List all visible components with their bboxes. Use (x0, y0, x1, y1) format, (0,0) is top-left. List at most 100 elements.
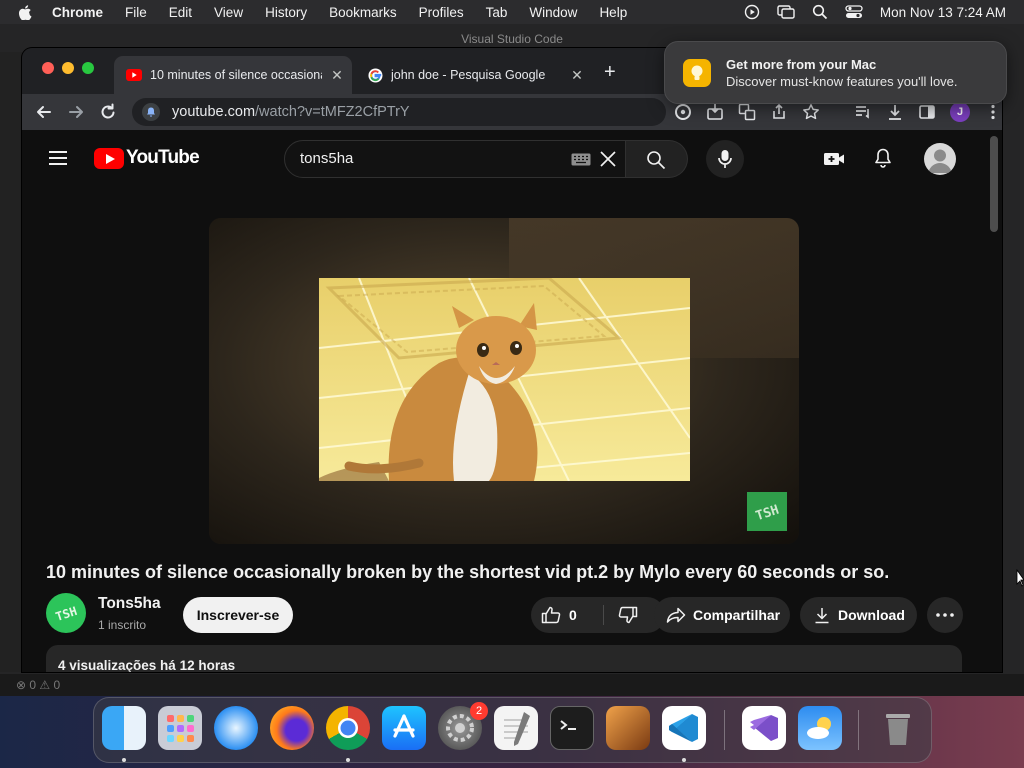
google-favicon-icon (368, 67, 383, 83)
like-button[interactable]: 0 (531, 597, 603, 633)
menu-profiles[interactable]: Profiles (419, 5, 464, 20)
close-window-button[interactable] (42, 62, 54, 74)
mouse-cursor-icon (1016, 569, 1024, 587)
url-path: /watch?v=tMFZ2CfPTrY (255, 104, 410, 120)
account-avatar[interactable] (924, 143, 956, 175)
share-page-icon[interactable] (770, 103, 788, 121)
menu-help[interactable]: Help (599, 5, 627, 20)
share-arrow-icon (666, 607, 686, 623)
subscribe-button[interactable]: Inscrever-se (183, 597, 293, 633)
side-panel-icon[interactable] (918, 103, 936, 121)
search-button[interactable] (626, 140, 688, 178)
reload-icon[interactable] (98, 102, 118, 122)
youtube-logo[interactable]: YouTube (94, 147, 200, 169)
clear-search-icon[interactable] (599, 150, 617, 168)
zoom-window-button[interactable] (82, 62, 94, 74)
vscode-problems-count[interactable]: ⊗ 0 ⚠ 0 (16, 678, 60, 692)
search-input[interactable]: tons5ha (284, 140, 626, 178)
description-box[interactable]: 4 visualizações há 12 horas (46, 645, 962, 672)
menu-file[interactable]: File (125, 5, 147, 20)
tips-lightbulb-icon (683, 59, 711, 87)
finder-app-icon[interactable] (102, 706, 146, 750)
video-frame (319, 278, 690, 481)
mac-notification[interactable]: Get more from your Mac Discover must-kno… (664, 41, 1007, 104)
video-player[interactable]: TSH (209, 218, 799, 544)
safari-app-icon[interactable] (214, 706, 258, 750)
video-title: 10 minutes of silence occasionally broke… (46, 562, 890, 582)
keyboard-icon[interactable] (571, 153, 591, 166)
screen-recording-icon[interactable] (744, 4, 760, 20)
vscode-app-icon[interactable] (662, 706, 706, 750)
like-dislike-group: 0 (531, 597, 665, 633)
channel-name[interactable]: Tons5ha (98, 595, 161, 613)
menu-view[interactable]: View (214, 5, 243, 20)
search-query: tons5ha (300, 150, 354, 167)
tab-title: 10 minutes of silence occasionally broke… (150, 68, 322, 82)
youtube-favicon-icon (126, 69, 142, 81)
install-app-icon[interactable] (706, 103, 724, 121)
more-actions-button[interactable] (927, 597, 963, 633)
chrome-app-icon[interactable] (326, 706, 370, 750)
menu-window[interactable]: Window (529, 5, 577, 20)
search-icon (647, 151, 666, 170)
menu-history[interactable]: History (265, 5, 307, 20)
garageband-app-icon[interactable] (606, 706, 650, 750)
tab-close-button[interactable]: ✕ (322, 67, 352, 84)
profile-avatar[interactable]: J (950, 102, 970, 122)
notification-badge: 2 (470, 702, 488, 720)
notifications-bell-icon[interactable] (871, 146, 895, 170)
google-lens-icon[interactable] (674, 103, 692, 121)
youtube-page: YouTube tons5ha TSH 10 minutes of silenc… (22, 130, 1002, 672)
firefox-app-icon[interactable] (270, 706, 314, 750)
weather-app-icon[interactable] (798, 706, 842, 750)
running-indicator (682, 758, 686, 762)
voice-search-button[interactable] (706, 140, 744, 178)
page-scrollbar[interactable] (986, 130, 1002, 672)
back-arrow-icon[interactable] (34, 102, 54, 122)
chrome-menu-icon[interactable] (984, 103, 1002, 121)
mac-menu-bar: Chrome File Edit View History Bookmarks … (0, 0, 1024, 24)
terminal-app-icon[interactable] (550, 706, 594, 750)
menu-edit[interactable]: Edit (169, 5, 192, 20)
minimize-window-button[interactable] (62, 62, 74, 74)
notification-body: Discover must-know features you'll love. (726, 74, 958, 89)
site-info-icon[interactable] (142, 103, 160, 121)
channel-watermark[interactable]: TSH (747, 492, 787, 531)
svg-text:TSH: TSH (54, 604, 79, 624)
tab-google-search[interactable]: john doe - Pesquisa Google ✕ (356, 56, 592, 94)
share-button[interactable]: Compartilhar (654, 597, 790, 633)
create-video-icon[interactable] (822, 147, 846, 171)
menu-tab[interactable]: Tab (486, 5, 508, 20)
control-center-icon[interactable] (845, 4, 863, 20)
visual-studio-app-icon[interactable] (742, 706, 786, 750)
tab-youtube[interactable]: 10 minutes of silence occasionally broke… (114, 56, 352, 94)
app-store-app-icon[interactable] (382, 706, 426, 750)
apple-menu-icon[interactable] (18, 4, 32, 20)
scrollbar-thumb[interactable] (990, 136, 998, 232)
launchpad-app-icon[interactable] (158, 706, 202, 750)
address-bar[interactable]: youtube.com/watch?v=tMFZ2CfPTrY (132, 98, 666, 126)
menu-bar-clock[interactable]: Mon Nov 13 7:24 AM (880, 5, 1006, 20)
subscriber-count: 1 inscrito (98, 618, 147, 632)
forward-arrow-icon[interactable] (66, 102, 86, 122)
views-and-date: 4 visualizações há 12 horas (58, 658, 236, 672)
translate-icon[interactable] (738, 103, 756, 121)
reading-list-icon[interactable] (854, 103, 872, 121)
screen-mirroring-icon[interactable] (777, 4, 795, 20)
download-button[interactable]: Download (800, 597, 917, 633)
trash-app-icon[interactable] (876, 706, 920, 750)
vscode-activity-bar (0, 52, 22, 672)
chrome-window: 10 minutes of silence occasionally broke… (22, 48, 1002, 672)
textedit-app-icon[interactable] (494, 706, 538, 750)
bookmark-star-icon[interactable] (802, 103, 820, 121)
spotlight-search-icon[interactable] (812, 4, 828, 20)
downloads-icon[interactable] (886, 103, 904, 121)
youtube-header: YouTube tons5ha (22, 130, 986, 186)
new-tab-button[interactable]: + (604, 62, 616, 82)
menu-app-name[interactable]: Chrome (52, 5, 103, 20)
menu-bookmarks[interactable]: Bookmarks (329, 5, 397, 20)
hamburger-menu-icon[interactable] (48, 150, 68, 166)
channel-avatar[interactable]: TSH (46, 593, 86, 633)
share-label: Compartilhar (693, 607, 781, 623)
tab-close-button[interactable]: ✕ (562, 67, 592, 84)
